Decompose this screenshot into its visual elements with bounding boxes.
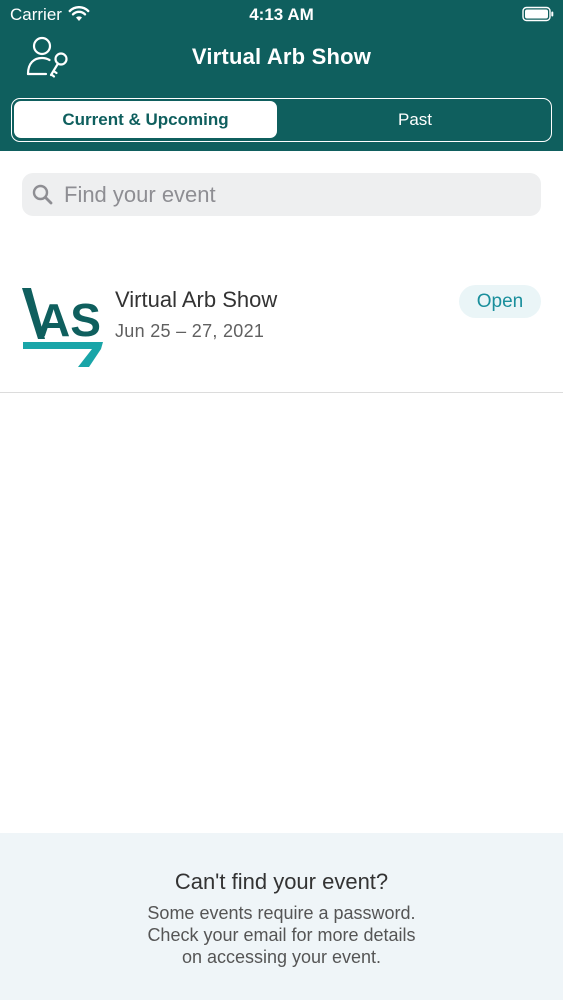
footer-line: Check your email for more details: [147, 925, 416, 945]
search-input[interactable]: [64, 173, 524, 216]
clock: 4:13 AM: [249, 5, 314, 24]
page-title: Virtual Arb Show: [191, 44, 372, 69]
footer-message: Some events require a password. Check yo…: [0, 902, 563, 968]
footer-title: Can't find your event?: [174, 869, 389, 894]
event-dates: Jun 25 – 27, 2021: [115, 321, 265, 341]
search-icon: [32, 184, 53, 205]
search-bar[interactable]: [22, 173, 541, 216]
event-logo-text: AS: [37, 294, 101, 346]
help-footer: Can't find your event? Some events requi…: [0, 833, 563, 1000]
event-filter-segmented-control: Current & Upcoming Past: [11, 98, 552, 142]
tab-past[interactable]: Past: [280, 101, 550, 138]
tab-current-upcoming[interactable]: Current & Upcoming: [14, 101, 277, 138]
footer-line: on accessing your event.: [181, 947, 382, 967]
event-name: Virtual Arb Show: [115, 287, 278, 312]
status-badge: Open: [459, 285, 541, 318]
event-list-item[interactable]: AS Virtual Arb Show Jun 25 – 27, 2021 Op…: [0, 254, 563, 393]
battery-icon: [522, 6, 554, 22]
app-header: Carrier 4:13 AM Virtual Arb Show Current…: [0, 0, 563, 151]
footer-line: Some events require a password.: [147, 903, 416, 923]
event-logo: AS: [22, 288, 103, 367]
status-bar: Carrier 4:13 AM: [0, 0, 563, 30]
